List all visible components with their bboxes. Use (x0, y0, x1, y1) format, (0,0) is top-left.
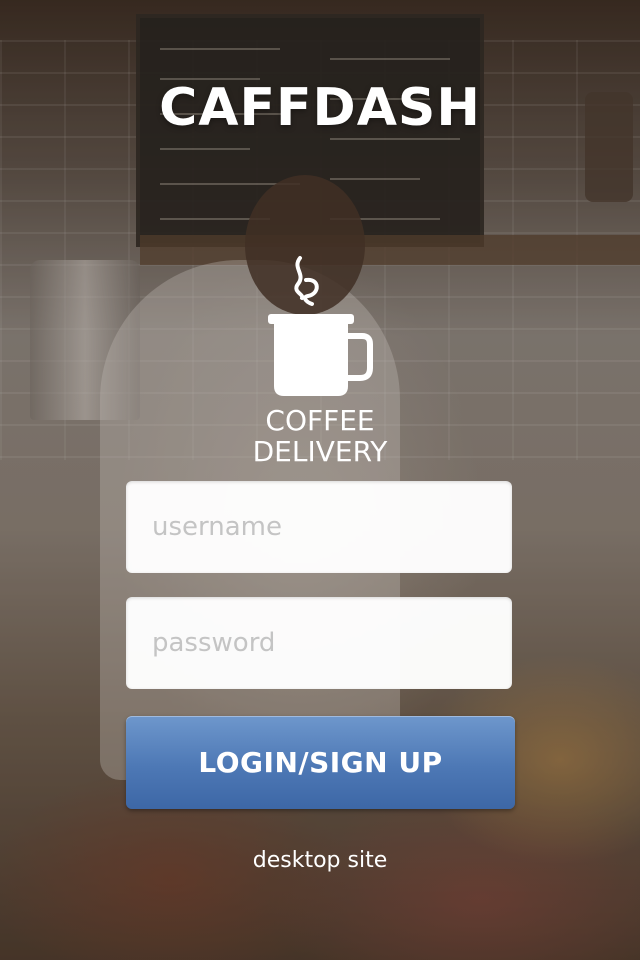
tagline-line-1: COFFEE (265, 404, 375, 437)
brand-title: CAFFDASH (159, 78, 481, 138)
login-signup-button[interactable]: LOGIN/SIGN UP (126, 716, 515, 809)
tagline: COFFEE DELIVERY (0, 405, 640, 467)
tagline-line-2: DELIVERY (252, 435, 388, 468)
desktop-site-link[interactable]: desktop site (0, 848, 640, 873)
password-input[interactable] (126, 597, 512, 689)
coffee-mug-icon (262, 250, 382, 400)
background-overlay (0, 0, 640, 960)
login-screen: CAFFDASH COFFEE DELIVERY LOGIN/SIGN UP d… (0, 0, 640, 960)
username-input[interactable] (126, 481, 512, 573)
